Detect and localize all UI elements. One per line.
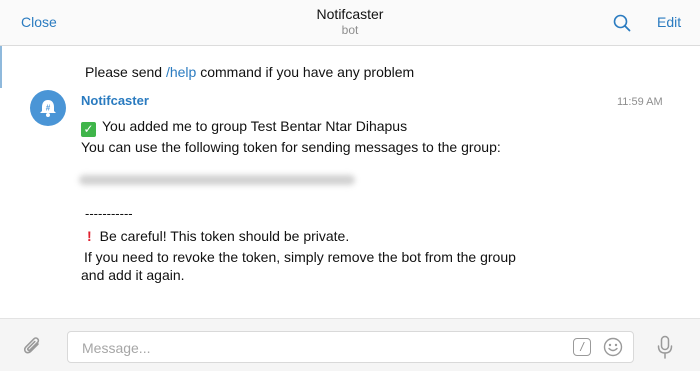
message-sender[interactable]: Notifcaster <box>81 93 149 108</box>
slash-command-icon[interactable]: / <box>573 338 591 356</box>
exclamation-icon: ! <box>87 228 92 244</box>
added-text: You added me to group Test Bentar Ntar D… <box>102 118 408 134</box>
message-separator: ----------- <box>85 206 133 221</box>
message-line-readd: and add it again. <box>81 267 185 283</box>
message-line-revoke: If you need to revoke the token, simply … <box>84 249 516 265</box>
edit-button[interactable]: Edit <box>657 14 681 30</box>
warning-text: Be careful! This token should be private… <box>99 228 350 244</box>
message-line-added: ✓ You added me to group Test Bentar Ntar … <box>81 118 407 137</box>
help-message: Please send /help command if you have an… <box>85 64 414 80</box>
unread-accent-bar <box>0 46 2 88</box>
message-line-token-intro: You can use the following token for send… <box>81 139 501 155</box>
help-suffix: command if you have any problem <box>196 64 415 80</box>
svg-text:#: # <box>46 104 51 113</box>
message-input[interactable] <box>80 338 564 358</box>
message-line-warning: ! Be careful! This token should be privat… <box>81 228 349 244</box>
message-input-box[interactable]: / <box>67 331 634 363</box>
check-mark-icon: ✓ <box>81 122 96 137</box>
bell-bot-icon[interactable]: # <box>30 90 66 126</box>
chat-subtitle: bot <box>341 23 359 37</box>
help-prefix: Please send <box>85 64 166 80</box>
emoji-icon[interactable] <box>603 337 623 357</box>
paperclip-icon[interactable] <box>22 335 44 359</box>
message-time: 11:59 AM <box>617 96 663 108</box>
message-list: Please send /help command if you have an… <box>0 46 700 318</box>
chat-header: Close Notifcaster bot Edit <box>0 0 700 46</box>
blurred-token <box>79 175 355 185</box>
chat-title-block: Notifcaster bot <box>0 6 700 37</box>
microphone-icon[interactable] <box>656 335 674 361</box>
chat-title: Notifcaster <box>316 6 384 22</box>
search-icon[interactable] <box>613 14 631 32</box>
help-command-link[interactable]: /help <box>166 64 196 80</box>
message-composer: / <box>0 318 700 371</box>
